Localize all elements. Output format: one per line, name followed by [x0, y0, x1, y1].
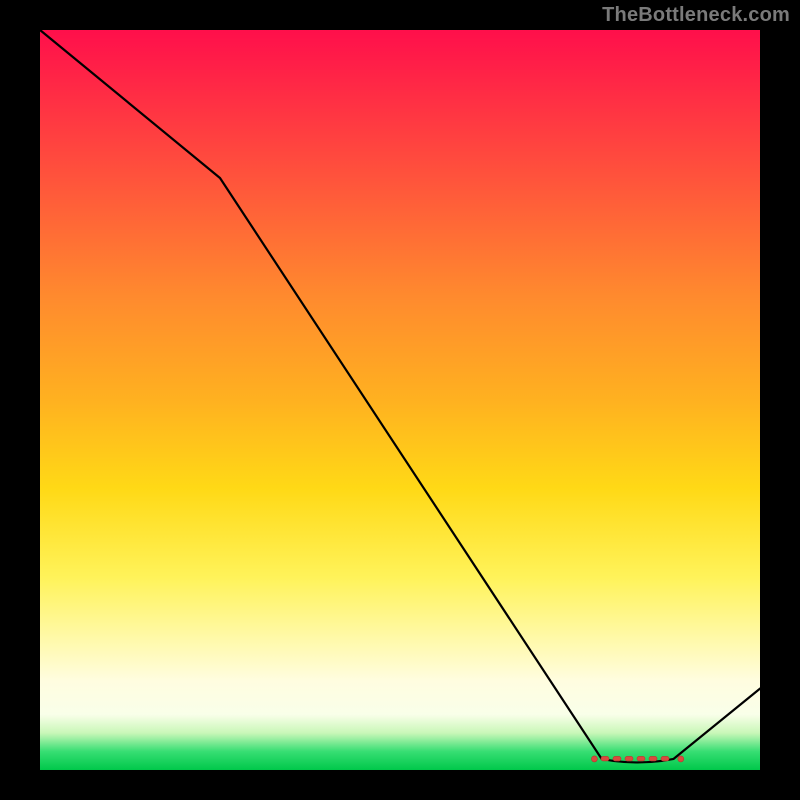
marker-dash — [637, 756, 645, 761]
marker-dash — [601, 756, 609, 761]
attribution-text: TheBottleneck.com — [602, 4, 790, 27]
marker-start-dot — [591, 756, 597, 762]
chart-frame: TheBottleneck.com — [0, 0, 800, 800]
marker-dash — [625, 756, 633, 761]
marker-dash — [613, 756, 621, 761]
plot-area — [40, 30, 760, 770]
marker-end-dot — [678, 756, 684, 762]
marker-dash — [661, 756, 669, 761]
chart-overlay — [40, 30, 760, 770]
data-curve — [40, 30, 760, 762]
marker-dash — [649, 756, 657, 761]
